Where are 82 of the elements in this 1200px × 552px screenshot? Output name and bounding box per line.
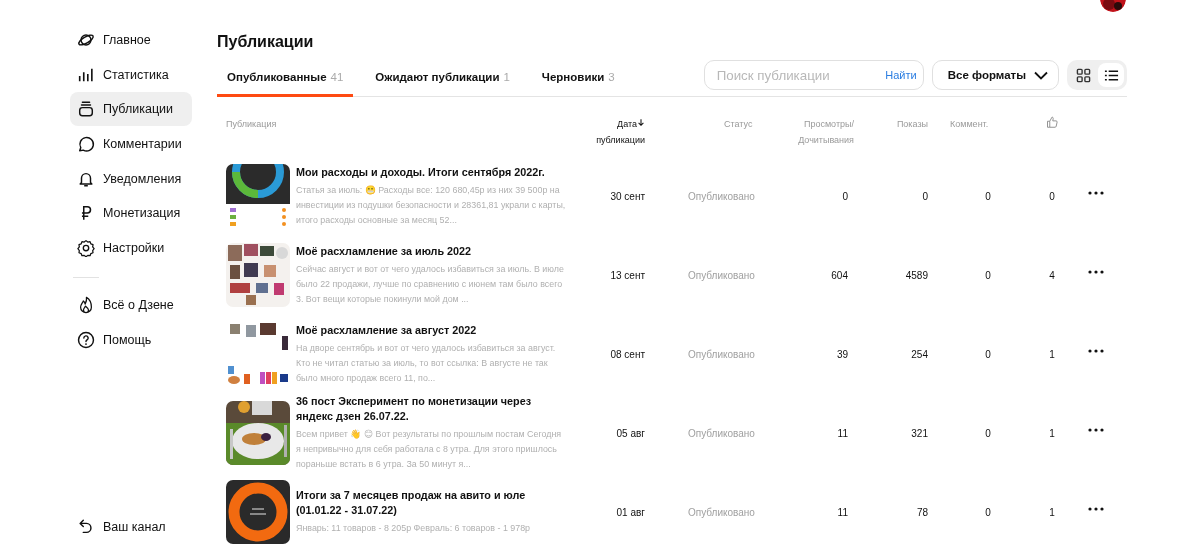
status-cell: Опубликовано bbox=[688, 506, 755, 518]
flame-icon bbox=[77, 295, 95, 314]
sort-column-header[interactable]: Дата bbox=[617, 119, 645, 130]
publication-title[interactable]: Мои расходы и доходы. Итоги сентября 2022г. bbox=[296, 164, 568, 180]
publication-title[interactable]: Итоги за 7 месяцев продаж на авито и юле (01.01.22 - 31.07.22) bbox=[296, 488, 568, 519]
page-title: Публикации bbox=[217, 33, 315, 52]
publication-excerpt: Январь: 11 товаров - 8 205р Февраль: 6 товаров - 1 978р bbox=[296, 522, 532, 536]
comments-cell: 0 bbox=[985, 269, 991, 281]
column-header: Просмотры/ bbox=[803, 119, 854, 130]
column-header: Статус bbox=[724, 119, 753, 130]
sidebar-item[interactable]: Настройки bbox=[70, 231, 192, 266]
sidebar-item[interactable]: Публикации bbox=[70, 92, 192, 127]
column-header: Коммент. bbox=[950, 119, 989, 130]
shows-cell: 321 bbox=[911, 427, 928, 439]
likes-cell: 0 bbox=[1049, 190, 1055, 202]
column-header: Дочитывания bbox=[798, 135, 854, 146]
comments-cell: 0 bbox=[985, 190, 991, 202]
shows-cell: 0 bbox=[922, 190, 928, 202]
settings-icon bbox=[77, 239, 95, 258]
thumbs-up-icon bbox=[1046, 116, 1058, 129]
publication-title[interactable]: Моё расхламление за август 2022 bbox=[296, 322, 568, 338]
likes-cell: 1 bbox=[1049, 427, 1055, 439]
status-cell: Опубликовано bbox=[688, 348, 755, 360]
tab[interactable]: Опубликованные 41 bbox=[217, 60, 354, 98]
publication-excerpt: Всем привет 👋 😊 Вот результаты по прошлым постам Сегодня я непривычно для себя работала с 8 утра. Для этого пришлось пораньше встать в 6 утра. За 50 минут я... bbox=[296, 428, 563, 472]
views-cell: 11 bbox=[837, 427, 848, 439]
views-cell: 0 bbox=[842, 190, 848, 202]
publication-title[interactable]: 36 пост Эксперимент по монетизации через яндекс дзен 26.07.22. bbox=[296, 394, 568, 425]
date-cell: 05 авг bbox=[616, 427, 645, 439]
help-icon bbox=[77, 330, 95, 349]
likes-cell: 1 bbox=[1049, 506, 1055, 518]
sidebar-item[interactable]: Всё о Дзене bbox=[70, 287, 192, 322]
speech-bubble-icon bbox=[77, 135, 95, 154]
find-button[interactable]: Найти bbox=[885, 69, 917, 82]
stack-icon bbox=[77, 100, 95, 119]
status-cell: Опубликовано bbox=[688, 190, 755, 202]
likes-cell: 4 bbox=[1049, 269, 1055, 281]
search-field[interactable]: Поиск публикации Найти bbox=[703, 60, 924, 91]
publication-title[interactable]: Моё расхламление за июль 2022 bbox=[296, 243, 568, 259]
sidebar-item[interactable]: Комментарии bbox=[70, 127, 192, 162]
publication-excerpt: На дворе сентябрь и вот от чего удалось избавиться за август. Кто не читал статью за июль, то вот ссылка: В августе не так было много продаж всего 11, по... bbox=[296, 341, 557, 385]
chevron-down-icon bbox=[1034, 70, 1048, 80]
publication-excerpt: Сейчас август и вот от чего удалось избавиться за июль. В июле было 22 продажи, лучше по сравнению с июнем там было всего 3. Вот вещи которые покинули мой дом ... bbox=[296, 262, 565, 306]
status-cell: Опубликовано bbox=[688, 427, 755, 439]
sidebar-item[interactable]: Главное bbox=[70, 23, 192, 57]
views-cell: 39 bbox=[836, 348, 848, 360]
more-icon[interactable] bbox=[1088, 191, 1104, 196]
views-cell: 604 bbox=[831, 269, 848, 281]
date-cell: 08 сент bbox=[610, 348, 645, 360]
shows-cell: 254 bbox=[911, 348, 928, 360]
date-cell: 13 сент bbox=[610, 269, 645, 281]
comments-cell: 0 bbox=[985, 427, 991, 439]
undo-arrow-icon bbox=[77, 518, 95, 536]
format-dropdown[interactable]: Все форматы bbox=[931, 60, 1059, 91]
column-header: Показы bbox=[896, 119, 928, 130]
publication-excerpt: Статья за июль: 😬 Расходы все: 120 680,45р из них 39 500р на инвестиции из подушки безопасности и 28361,81 украли с карты, итого расходы основные за месяц 52... bbox=[296, 183, 567, 227]
sidebar-item[interactable]: Помощь bbox=[70, 322, 192, 357]
planet-icon bbox=[77, 31, 95, 49]
shows-cell: 78 bbox=[916, 506, 928, 518]
views-cell: 11 bbox=[837, 506, 848, 518]
more-icon[interactable] bbox=[1088, 349, 1104, 354]
date-cell: 01 авг bbox=[616, 506, 645, 518]
more-icon[interactable] bbox=[1088, 428, 1104, 433]
shows-cell: 4589 bbox=[905, 269, 928, 281]
likes-cell: 1 bbox=[1049, 348, 1055, 360]
more-icon[interactable] bbox=[1088, 507, 1104, 512]
comments-cell: 0 bbox=[985, 348, 991, 360]
list-view-button[interactable] bbox=[1098, 63, 1124, 88]
sidebar-item[interactable]: Ваш канал bbox=[70, 510, 192, 544]
sidebar-item[interactable]: Статистика bbox=[70, 57, 192, 92]
arrow-down-icon bbox=[637, 118, 645, 128]
comments-cell: 0 bbox=[985, 506, 991, 518]
column-header: Публикация bbox=[226, 119, 277, 130]
sidebar-item[interactable]: Уведомления bbox=[70, 161, 192, 196]
more-icon[interactable] bbox=[1088, 270, 1104, 275]
column-header: публикации bbox=[596, 135, 645, 146]
status-cell: Опубликовано bbox=[688, 269, 755, 281]
sidebar-item[interactable]: Монетизация bbox=[70, 196, 192, 231]
grid-icon bbox=[1075, 67, 1091, 83]
tab[interactable]: Ожидают публикации 1 bbox=[365, 60, 520, 98]
date-cell: 30 сент bbox=[610, 190, 645, 202]
tab[interactable]: Черновики 3 bbox=[531, 60, 625, 98]
